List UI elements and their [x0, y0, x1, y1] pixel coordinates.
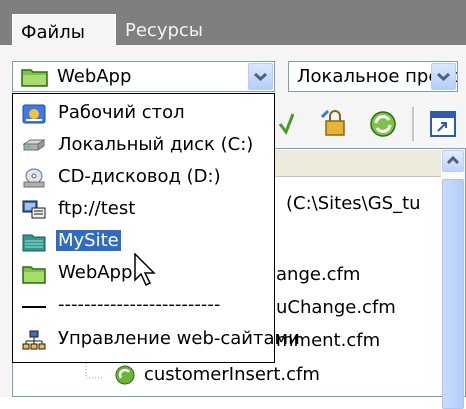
site-select-value: WebApp — [57, 66, 132, 87]
desktop-icon — [22, 104, 46, 124]
dropdown-item-label: Управление web-сайтами — [58, 328, 300, 349]
ftp-server-icon — [22, 200, 46, 219]
hard-drive-icon — [22, 139, 46, 151]
chevron-down-icon — [253, 72, 268, 82]
mouse-cursor-icon — [134, 253, 156, 287]
refresh-icon[interactable] — [368, 109, 398, 139]
site-select-dropdown-button[interactable] — [248, 63, 273, 90]
chevron-down-icon — [436, 72, 451, 82]
manage-sites-icon — [22, 330, 46, 350]
cfm-file-icon — [115, 365, 135, 385]
vertical-scrollbar[interactable] — [441, 149, 465, 409]
toolbar-separator — [412, 107, 415, 141]
cd-drive-icon — [23, 168, 45, 188]
check-in-icon[interactable] — [278, 108, 294, 142]
dropdown-item-label: WebApp — [58, 262, 133, 283]
line-icon — [22, 306, 46, 308]
check-out-lock-icon[interactable] — [320, 107, 350, 141]
view-select-dropdown-button[interactable] — [431, 63, 456, 90]
dropdown-item-label: ------------------------- — [58, 294, 221, 315]
tab-resources[interactable]: Ресурсы — [123, 16, 203, 48]
expand-panel-icon[interactable] — [428, 109, 458, 139]
dropdown-item-label: Локальный диск (C:) — [58, 134, 254, 155]
chevron-up-icon — [446, 155, 460, 165]
site-dropdown-list[interactable]: Рабочий стол Локальный диск (C:) CD-диск… — [12, 93, 300, 363]
folder-icon — [22, 266, 46, 284]
dropdown-item-label: MySite — [56, 230, 121, 251]
scroll-up-button[interactable] — [442, 150, 464, 172]
file-item[interactable]: uChange.cfm — [276, 297, 396, 318]
panel-tab-strip: Файлы Ресурсы — [0, 0, 466, 50]
dropdown-item-label: Рабочий стол — [58, 102, 185, 123]
view-select[interactable]: Локальное представление — [288, 61, 458, 92]
dropdown-item-ftp[interactable]: ftp://test — [14, 194, 274, 225]
dropdown-item-label: CD-дисковод (D:) — [58, 166, 221, 187]
scroll-thumb[interactable] — [442, 179, 464, 409]
file-item[interactable]: customerInsert.cfm — [144, 364, 320, 385]
folder-icon — [21, 69, 48, 87]
file-item[interactable]: ange.cfm — [276, 264, 360, 285]
dropdown-item-manage-sites[interactable]: Управление web-сайтами — [14, 324, 300, 355]
site-icon — [22, 234, 46, 252]
site-select[interactable]: WebApp — [12, 61, 275, 92]
dropdown-separator: ------------------------- — [14, 290, 274, 321]
dropdown-item-label: ftp://test — [58, 198, 136, 219]
dropdown-item-desktop[interactable]: Рабочий стол — [14, 98, 274, 129]
dropdown-item-local-disk[interactable]: Локальный диск (C:) — [14, 130, 274, 161]
dropdown-item-cd-drive[interactable]: CD-дисковод (D:) — [14, 162, 274, 193]
site-path: (C:\Sites\GS_tu — [286, 193, 421, 214]
